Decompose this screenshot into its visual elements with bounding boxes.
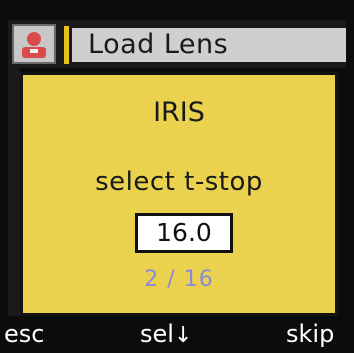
esc-button[interactable]: esc [4,320,44,348]
selection-counter: 2 / 16 [144,267,214,292]
dialog-title: IRIS [153,97,205,128]
iris-dialog: IRIS select t-stop 16.0 2 / 16 [20,72,338,316]
skip-button[interactable]: skip [286,320,334,348]
select-button[interactable]: sel↓ [140,320,192,348]
skip-label: skip [286,320,335,348]
down-arrow-icon: ↓ [173,323,193,348]
left-border [8,68,20,316]
header-accent-bar [64,26,69,64]
header-bar: Load Lens [8,20,346,68]
page-title: Load Lens [88,29,229,60]
user-icon [12,24,56,64]
device-screen: Load Lens IRIS select t-stop 16.0 2 / 16… [0,0,354,353]
esc-label: esc [4,320,45,348]
t-stop-value-field[interactable]: 16.0 [135,213,233,253]
title-bar: Load Lens [72,28,346,62]
select-label: sel [140,320,174,348]
dialog-prompt: select t-stop [95,167,263,197]
